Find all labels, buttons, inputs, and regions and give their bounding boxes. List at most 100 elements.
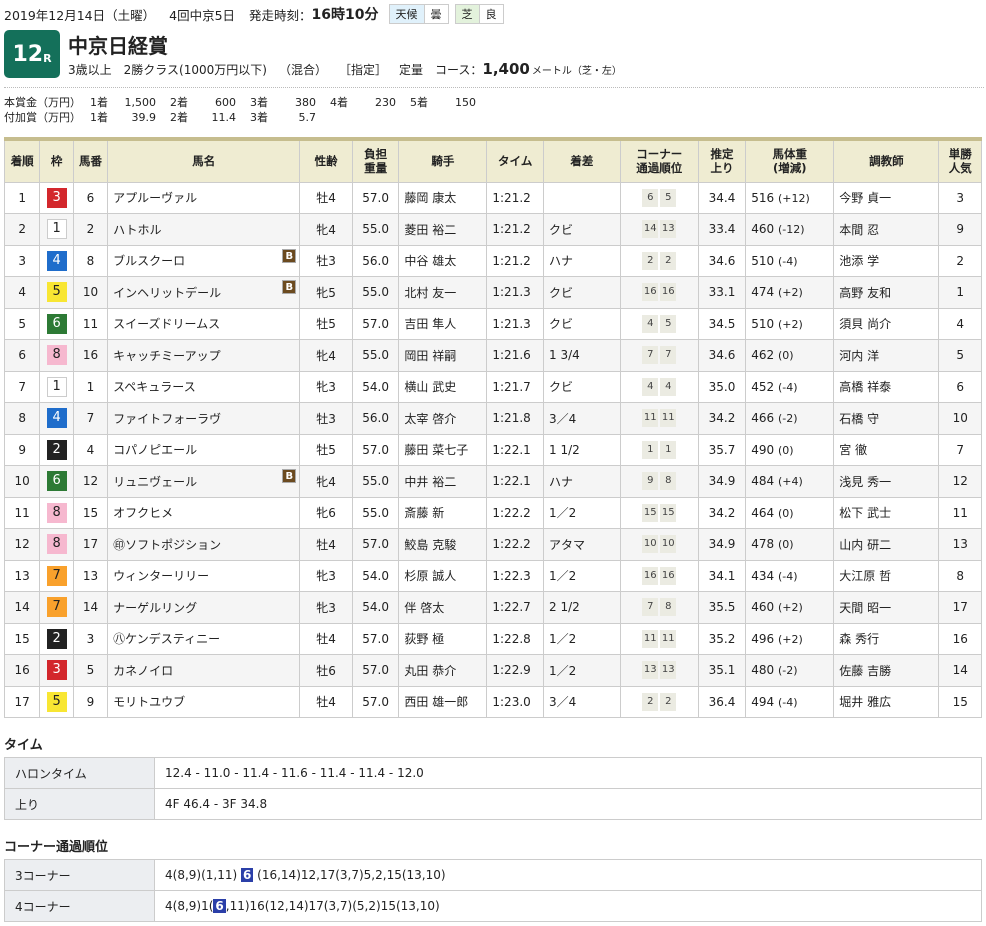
jockey-link[interactable]: 太宰 啓介: [398, 402, 488, 435]
trainer-link[interactable]: 高野 友和: [833, 276, 940, 309]
body-weight-diff: (0): [778, 538, 794, 552]
waku-cell: 2: [39, 622, 74, 655]
margin: 1／2: [543, 496, 621, 529]
race-age: 3歳以上: [68, 63, 112, 77]
horse-name-link[interactable]: ケンデスティニー: [125, 632, 220, 646]
jockey-link[interactable]: 中谷 雄太: [398, 244, 488, 277]
trainer-link[interactable]: 今野 貞一: [833, 181, 940, 214]
race-number: 12: [12, 41, 44, 67]
horse-name-link[interactable]: キャッチミーアップ: [113, 349, 221, 363]
horse-name-link[interactable]: ハトホル: [113, 223, 161, 237]
horse-name-cell[interactable]: カネノイロ: [107, 654, 301, 687]
time-row-label: ハロンタイム: [4, 757, 155, 789]
jockey-link[interactable]: 中井 裕二: [398, 465, 488, 498]
trainer-link[interactable]: 須貝 尚介: [833, 307, 940, 340]
jockey-link[interactable]: 荻野 極: [398, 622, 488, 655]
start-time-label: 発走時刻：: [249, 7, 312, 23]
horse-name-cell[interactable]: ウィンターリリー: [107, 559, 301, 592]
trainer-link[interactable]: 本間 忍: [833, 213, 940, 246]
col-waku-header: 枠: [39, 137, 74, 183]
horse-name-cell[interactable]: ファイトフォーラヴ: [107, 402, 301, 435]
horse-name-cell[interactable]: リュニヴェール B: [107, 465, 301, 498]
horse-name-link[interactable]: ブルスクーロ: [113, 254, 185, 268]
trainer-link[interactable]: 宮 徹: [833, 433, 940, 466]
horse-name-link[interactable]: カネノイロ: [113, 664, 173, 678]
trainer-link[interactable]: 森 秀行: [833, 622, 940, 655]
horse-number: 3: [72, 622, 109, 655]
jockey-link[interactable]: 吉田 隼人: [398, 307, 488, 340]
trainer-link[interactable]: 河内 洋: [833, 339, 940, 372]
corner-4-position: 2: [660, 251, 677, 270]
horse-name-cell[interactable]: インヘリットデール B: [107, 276, 301, 309]
body-weight-diff: (+12): [778, 191, 810, 205]
winner-highlight: 6: [213, 899, 226, 913]
horse-name-link[interactable]: ソフトポジション: [125, 538, 221, 552]
jockey-link[interactable]: 北村 友一: [398, 276, 488, 309]
trainer-link[interactable]: 堀井 雅広: [833, 685, 940, 718]
corner-3-position: 6: [642, 188, 659, 207]
popularity: 15: [938, 685, 982, 718]
jockey-link[interactable]: 西田 雄一郎: [398, 685, 488, 718]
horse-name-cell[interactable]: キャッチミーアップ: [107, 339, 301, 372]
horse-name-link[interactable]: ウィンターリリー: [113, 569, 209, 583]
trainer-link[interactable]: 池添 学: [833, 244, 940, 277]
horse-name-link[interactable]: リュニヴェール: [113, 475, 197, 489]
horse-name-cell[interactable]: ハトホル: [107, 213, 301, 246]
blinker-icon: B: [282, 280, 297, 294]
jockey-link[interactable]: 藤田 菜七子: [398, 433, 488, 466]
horse-name-cell[interactable]: ㊇ケンデスティニー: [107, 622, 301, 655]
corner-positions: 44: [619, 370, 699, 403]
horse-name-link[interactable]: インヘリットデール: [113, 286, 221, 300]
trainer-link[interactable]: 松下 武士: [833, 496, 940, 529]
carried-weight: 55.0: [351, 496, 400, 529]
horse-name-link[interactable]: ファイトフォーラヴ: [113, 412, 221, 426]
horse-name-cell[interactable]: スペキュラース: [107, 370, 301, 403]
trainer-link[interactable]: 天間 昭一: [833, 591, 940, 624]
last-3f: 35.7: [697, 433, 747, 466]
horse-number: 11: [72, 307, 109, 340]
jockey-link[interactable]: 藤岡 康太: [398, 181, 488, 214]
trainer-link[interactable]: 石橋 守: [833, 402, 940, 435]
finish-time: 1:22.2: [486, 528, 544, 561]
horse-name-link[interactable]: オフクヒメ: [113, 506, 173, 520]
horse-name-cell[interactable]: ブルスクーロ B: [107, 244, 301, 277]
horse-name-cell[interactable]: オフクヒメ: [107, 496, 301, 529]
waku-badge: 1: [46, 219, 67, 240]
jockey-link[interactable]: 丸田 恭介: [398, 654, 488, 687]
jockey-link[interactable]: 鮫島 克駿: [398, 528, 488, 561]
result-row: 16 3 5 カネノイロ 牡6 57.0 丸田 恭介 1:22.9 1／2 13 13 35.1 480…: [3, 654, 982, 687]
trainer-link[interactable]: 浅見 秀一: [833, 465, 940, 498]
finish-place: 16: [3, 654, 41, 687]
trainer-link[interactable]: 佐藤 吉勝: [833, 654, 940, 687]
jockey-link[interactable]: 菱田 裕二: [398, 213, 488, 246]
horse-name-cell[interactable]: ㊞ソフトポジション: [107, 528, 301, 561]
horse-name-link[interactable]: アプルーヴァル: [113, 191, 197, 205]
finish-time: 1:23.0: [486, 685, 544, 718]
horse-name-link[interactable]: ナーゲルリング: [113, 601, 197, 615]
jockey-link[interactable]: 杉原 誠人: [398, 559, 488, 592]
body-weight: 484 (+4): [745, 465, 835, 498]
trainer-link[interactable]: 大江原 哲: [833, 559, 940, 592]
corner-3-position: 7: [642, 346, 659, 365]
horse-name-cell[interactable]: コパノピエール: [107, 433, 301, 466]
body-weight-value: 464: [751, 505, 775, 520]
jockey-link[interactable]: 岡田 祥嗣: [398, 339, 488, 372]
waku-badge: 8: [46, 502, 67, 523]
horse-name-link[interactable]: スペキュラース: [113, 380, 196, 394]
horse-name-link[interactable]: コパノピエール: [113, 443, 197, 457]
horse-name-link[interactable]: モリトユウブ: [113, 695, 185, 709]
col-sex-age-header: 性齢: [299, 137, 353, 183]
horse-name-cell[interactable]: ナーゲルリング: [107, 591, 301, 624]
jockey-link[interactable]: 斎藤 新: [398, 496, 488, 529]
jockey-link[interactable]: 伴 啓太: [398, 591, 488, 624]
margin: アタマ: [543, 528, 621, 561]
horse-name-link[interactable]: スイーズドリームス: [113, 317, 220, 331]
jockey-link[interactable]: 横山 武史: [398, 370, 488, 403]
corner-4-position: 5: [660, 314, 677, 333]
popularity: 14: [938, 654, 982, 687]
trainer-link[interactable]: 高橋 祥泰: [833, 370, 940, 403]
trainer-link[interactable]: 山内 研二: [833, 528, 940, 561]
horse-name-cell[interactable]: モリトユウブ: [107, 685, 301, 718]
horse-name-cell[interactable]: スイーズドリームス: [107, 307, 301, 340]
horse-name-cell[interactable]: アプルーヴァル: [107, 181, 301, 214]
